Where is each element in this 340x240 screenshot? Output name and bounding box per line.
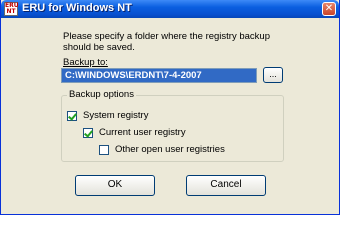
other-user-registries-label: Other open user registries (115, 144, 225, 155)
current-user-registry-checkbox[interactable] (83, 127, 93, 138)
backup-path-input[interactable]: C:\WINDOWS\ERDNT\7-4-2007 (61, 68, 257, 83)
ok-button[interactable]: OK (75, 175, 155, 196)
system-registry-option[interactable]: System registry (67, 110, 148, 121)
other-user-registries-checkbox[interactable] (99, 144, 109, 155)
eru-app-icon: ERU NT (4, 2, 19, 16)
app-icon-text-bottom: NT (6, 8, 16, 15)
instructions-text: Please specify a folder where the regist… (63, 31, 270, 53)
close-icon: ✕ (324, 3, 334, 14)
browse-button[interactable]: ... (263, 67, 283, 83)
backup-options-title: Backup options (67, 89, 136, 100)
cancel-button[interactable]: Cancel (186, 175, 266, 196)
current-user-registry-label: Current user registry (99, 127, 186, 138)
other-user-registries-option[interactable]: Other open user registries (99, 144, 225, 155)
eru-dialog-window: ERU NT ERU for Windows NT ✕ Please speci… (0, 0, 340, 215)
title-bar[interactable]: ERU NT ERU for Windows NT ✕ (1, 0, 339, 18)
window-title: ERU for Windows NT (22, 2, 132, 14)
backup-to-label: Backup to: (63, 57, 108, 68)
system-registry-checkbox[interactable] (67, 110, 77, 121)
current-user-registry-option[interactable]: Current user registry (83, 127, 186, 138)
close-button[interactable]: ✕ (322, 2, 336, 16)
system-registry-label: System registry (83, 110, 149, 121)
